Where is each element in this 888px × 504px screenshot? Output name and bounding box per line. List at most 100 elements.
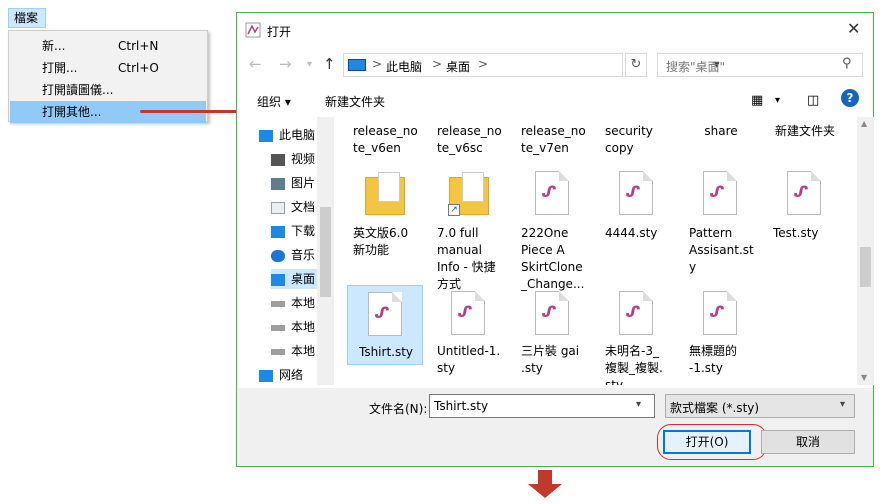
file-item[interactable]: ᔑ 未明名-3_ 複製_複製. sty: [599, 285, 675, 385]
sty-file-icon: ᔑ: [619, 171, 653, 215]
network-icon: [259, 369, 273, 382]
file-menu-dropdown: 新... Ctrl+N 打開... Ctrl+O 打開讀圖儀... 打開其他..…: [8, 30, 208, 123]
file-name: Test.sty: [773, 226, 819, 240]
view-grid-icon[interactable]: ▦: [751, 93, 763, 108]
breadcrumb-separator: >: [478, 57, 489, 71]
file-item[interactable]: ᔑ 無標題的 -1.sty: [683, 285, 759, 375]
sty-file-icon: ᔑ: [619, 291, 653, 335]
nav-item-label: 音乐: [291, 248, 316, 262]
filetype-value: 款式檔案 (*.sty): [670, 401, 760, 415]
menu-item-label: 打開...: [42, 61, 78, 75]
file-name: 新功能: [353, 243, 390, 257]
file-item[interactable]: release_no te_v7en: [515, 123, 591, 157]
back-arrow-icon[interactable]: ←: [249, 55, 262, 73]
file-item[interactable]: ᔑ Pattern Assisant.st y: [683, 169, 759, 279]
scroll-up-icon[interactable]: ▲: [861, 119, 867, 128]
filename-input[interactable]: Tshirt.sty ▾: [429, 394, 655, 418]
menu-item-open[interactable]: 打開... Ctrl+O: [10, 57, 206, 79]
organize-button[interactable]: 组织 ▾: [257, 93, 291, 110]
file-name: security: [605, 124, 653, 138]
drive-icon: [271, 348, 285, 355]
help-icon[interactable]: ?: [841, 89, 859, 107]
preview-pane-icon[interactable]: ◫: [807, 93, 819, 108]
file-item[interactable]: security copy: [599, 123, 675, 157]
address-bar[interactable]: > 此电脑 > 桌面 > ▾: [343, 53, 720, 77]
file-item[interactable]: release_no te_v6en: [347, 123, 423, 157]
open-button[interactable]: 打开(O): [663, 430, 751, 454]
search-input[interactable]: 搜索"桌面" ⚲: [657, 53, 863, 77]
file-name: 222One: [521, 226, 569, 240]
sty-file-icon: ᔑ: [703, 291, 737, 335]
open-file-dialog: 打开 ✕ ← → ▾ ↑ > 此电脑 > 桌面 > ▾ ↻ 搜索"桌面" ⚲ 组…: [236, 12, 874, 467]
dialog-titlebar: 打开 ✕: [237, 13, 873, 47]
file-name: 7.0 full: [437, 226, 479, 240]
file-name: sty: [437, 361, 456, 375]
breadcrumb-this-pc[interactable]: 此电脑: [386, 58, 422, 75]
forward-arrow-icon[interactable]: →: [279, 55, 292, 73]
file-name: 4444.sty: [605, 226, 658, 240]
menu-item-label: 打開讀圖儀...: [42, 83, 114, 97]
document-icon: [271, 201, 285, 214]
up-arrow-icon[interactable]: ↑: [323, 55, 336, 73]
filetype-select[interactable]: 款式檔案 (*.sty) ▾: [665, 394, 855, 418]
music-icon: [271, 249, 285, 262]
file-name: Piece A: [521, 243, 565, 257]
file-name: 未明名-3_: [605, 344, 659, 358]
menu-item-shortcut: Ctrl+O: [118, 61, 159, 75]
cancel-button[interactable]: 取消: [761, 430, 855, 454]
breadcrumb-separator: >: [372, 57, 383, 71]
file-item[interactable]: ᔑ Untitled-1. sty: [431, 285, 507, 375]
annotation-arrow-segment: [140, 110, 246, 113]
chevron-down-icon[interactable]: ▾: [636, 399, 641, 410]
nav-scrollbar[interactable]: [317, 117, 334, 385]
drive-icon: [271, 324, 285, 331]
menu-item-shortcut: Ctrl+N: [118, 39, 159, 53]
scrollbar-thumb[interactable]: [860, 247, 871, 287]
file-name: y: [689, 260, 697, 274]
file-name: manual: [437, 243, 482, 257]
file-item-selected[interactable]: ᔑ Tshirt.sty: [347, 285, 423, 365]
menu-item-open-digitizer[interactable]: 打開讀圖儀...: [10, 79, 206, 101]
file-item[interactable]: ᔑ 三片裝 gai .sty: [515, 285, 591, 375]
chevron-down-icon[interactable]: ▾: [840, 399, 845, 410]
file-item[interactable]: 英文版6.0 新功能: [347, 169, 423, 261]
dialog-toolbar: 组织 ▾ 新建文件夹 ▦ ▾ ◫ ?: [237, 85, 873, 115]
breadcrumb-desktop[interactable]: 桌面: [446, 58, 470, 75]
menu-item-label: 打開其他...: [42, 105, 102, 119]
computer-icon: [259, 129, 273, 142]
file-name: sty: [605, 378, 624, 385]
dialog-footer: 文件名(N): Tshirt.sty ▾ 款式檔案 (*.sty) ▾ 打开(O…: [237, 388, 873, 466]
sty-file-icon: ᔑ: [703, 171, 737, 215]
file-item[interactable]: release_no te_v6sc: [431, 123, 507, 157]
file-item[interactable]: ↗ 7.0 full manual Info - 快捷 方式: [431, 169, 507, 291]
scrollbar-thumb[interactable]: [320, 207, 331, 297]
nav-item-label: 本地: [291, 296, 316, 310]
recent-dropdown-icon[interactable]: ▾: [307, 59, 312, 70]
file-item[interactable]: ᔑ Test.sty: [767, 169, 843, 259]
file-name: Info - 快捷: [437, 260, 496, 274]
file-menu-title[interactable]: 檔案: [8, 8, 46, 28]
file-item[interactable]: ᔑ 4444.sty: [599, 169, 675, 259]
scroll-down-icon[interactable]: ▼: [861, 373, 867, 382]
sty-file-icon: ᔑ: [535, 171, 569, 215]
new-folder-button[interactable]: 新建文件夹: [325, 93, 385, 110]
nav-item-label: 下载: [291, 224, 316, 238]
nav-item-label: 视频: [291, 152, 316, 166]
file-item[interactable]: share: [683, 123, 759, 140]
file-name: te_v7en: [521, 141, 569, 155]
file-name: .sty: [521, 361, 543, 375]
file-item[interactable]: ᔑ 222One Piece A SkirtClone _Change...: [515, 169, 591, 291]
file-item[interactable]: 新建文件夹: [767, 123, 843, 140]
file-name: 無標題的: [689, 344, 738, 358]
file-name: te_v6en: [353, 141, 401, 155]
chevron-down-icon[interactable]: ▾: [775, 95, 780, 106]
picture-icon: [271, 177, 285, 190]
nav-item-label: 桌面: [291, 272, 316, 286]
sty-file-icon: ᔑ: [787, 171, 821, 215]
download-icon: [271, 225, 285, 238]
refresh-icon[interactable]: ↻: [625, 53, 647, 77]
menu-item-new[interactable]: 新... Ctrl+N: [10, 35, 206, 57]
close-icon[interactable]: ✕: [847, 19, 860, 38]
file-list-scrollbar[interactable]: ▲ ▼: [857, 117, 874, 385]
file-name: 英文版6.0: [353, 226, 409, 240]
